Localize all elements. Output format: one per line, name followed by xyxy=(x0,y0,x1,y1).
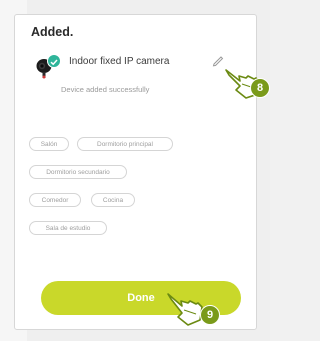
room-tag[interactable]: Dormitorio secundario xyxy=(29,165,127,179)
edit-pencil-icon[interactable] xyxy=(211,53,225,67)
room-tag[interactable]: Dormitorio principal xyxy=(77,137,173,151)
device-row: Indoor fixed IP camera xyxy=(33,53,233,79)
room-tag[interactable]: Sala de estudio xyxy=(29,221,107,235)
room-tag[interactable]: Salón xyxy=(29,137,69,151)
status-text: Device added successfully xyxy=(61,85,150,94)
dialog-title: Added. xyxy=(31,25,74,39)
step-badge-9: 9 xyxy=(200,305,220,325)
device-name: Indoor fixed IP camera xyxy=(69,56,170,67)
room-tag[interactable]: Cocina xyxy=(91,193,135,207)
step-badge-8: 8 xyxy=(250,78,270,98)
room-tag[interactable]: Comedor xyxy=(29,193,81,207)
device-added-dialog: Added. Indoor fixed IP camera Device add… xyxy=(14,14,257,330)
check-icon xyxy=(47,54,61,68)
